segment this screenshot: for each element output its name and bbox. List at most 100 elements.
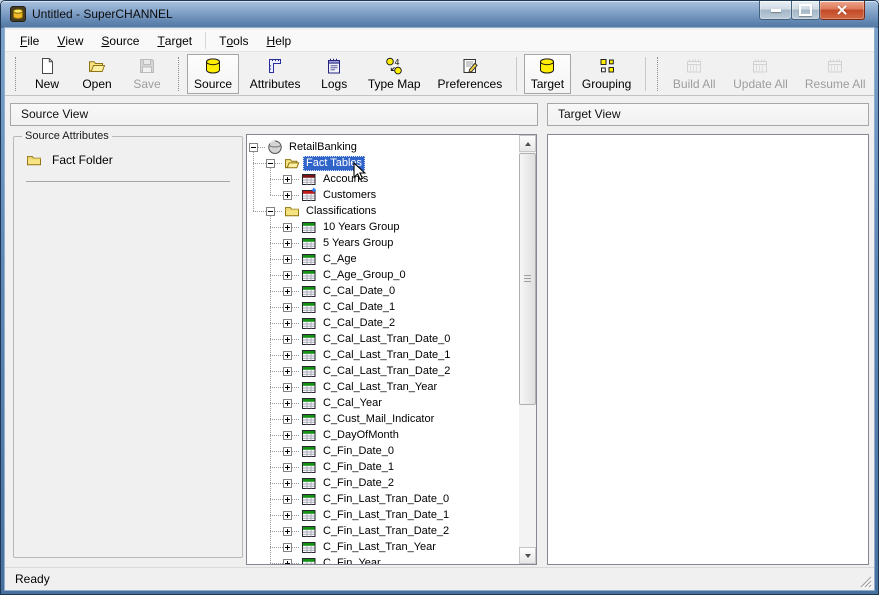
grouping-button[interactable]: Grouping bbox=[575, 54, 638, 94]
tree-item-c-cal-last-tran-year[interactable]: C_Cal_Last_Tran_Year bbox=[247, 379, 519, 395]
tree-item-c-fin-last-tran-date-1[interactable]: C_Fin_Last_Tran_Date_1 bbox=[247, 507, 519, 523]
source-tree-panel: RetailBankingFact TablesAccountsCustomer… bbox=[246, 134, 537, 565]
menu-source[interactable]: Source bbox=[92, 30, 148, 51]
tree-item-fact-tables[interactable]: Fact Tables bbox=[247, 155, 519, 171]
expand-icon[interactable] bbox=[283, 511, 292, 520]
scrollbar-thumb[interactable] bbox=[519, 153, 536, 405]
expand-icon[interactable] bbox=[283, 319, 292, 328]
toolbar-button-label: Preferences bbox=[438, 77, 503, 91]
tree-item-c-cust-mail-indicator[interactable]: C_Cust_Mail_Indicator bbox=[247, 411, 519, 427]
tree-dots bbox=[292, 467, 299, 468]
tree-item-c-dayofmonth[interactable]: C_DayOfMonth bbox=[247, 427, 519, 443]
titlebar[interactable]: Untitled - SuperCHANNEL bbox=[1, 1, 878, 28]
type-map-button[interactable]: 4Type Map bbox=[361, 54, 427, 94]
expand-icon[interactable] bbox=[283, 335, 292, 344]
expand-icon[interactable] bbox=[283, 399, 292, 408]
expand-icon[interactable] bbox=[283, 303, 292, 312]
collapse-icon[interactable] bbox=[266, 159, 275, 168]
logs-button[interactable]: Logs bbox=[311, 54, 357, 94]
expand-icon[interactable] bbox=[283, 415, 292, 424]
resize-grip[interactable] bbox=[859, 575, 872, 588]
tree-item-c-cal-date-1[interactable]: C_Cal_Date_1 bbox=[247, 299, 519, 315]
minimize-button[interactable] bbox=[759, 1, 791, 20]
tree-item-classifications[interactable]: Classifications bbox=[247, 203, 519, 219]
tree-item-5-years-group[interactable]: 5 Years Group bbox=[247, 235, 519, 251]
toolbar-button-label: Update All bbox=[733, 77, 788, 91]
toolbar-button-label: Open bbox=[82, 77, 111, 91]
expand-icon[interactable] bbox=[283, 383, 292, 392]
tree-item-c-cal-last-tran-date-1[interactable]: C_Cal_Last_Tran_Date_1 bbox=[247, 347, 519, 363]
menu-target[interactable]: Target bbox=[148, 30, 201, 51]
toolbar-gripper[interactable] bbox=[657, 57, 658, 91]
tree-item-c-fin-date-0[interactable]: C_Fin_Date_0 bbox=[247, 443, 519, 459]
menu-help[interactable]: Help bbox=[258, 30, 301, 51]
expand-icon[interactable] bbox=[283, 239, 292, 248]
expand-icon[interactable] bbox=[283, 287, 292, 296]
tree-scrollbar[interactable] bbox=[519, 135, 536, 564]
tree-item-10-years-group[interactable]: 10 Years Group bbox=[247, 219, 519, 235]
new-button[interactable]: New bbox=[24, 54, 70, 94]
expand-icon[interactable] bbox=[283, 463, 292, 472]
expand-icon[interactable] bbox=[283, 351, 292, 360]
expand-icon[interactable] bbox=[283, 431, 292, 440]
preferences-button[interactable]: Preferences bbox=[431, 54, 508, 94]
tree-item-c-fin-year[interactable]: C_Fin_Year bbox=[247, 555, 519, 564]
toolbar-gripper[interactable] bbox=[15, 57, 16, 91]
classification-table-icon bbox=[301, 523, 317, 539]
expand-icon[interactable] bbox=[283, 223, 292, 232]
tree-item-c-fin-date-1[interactable]: C_Fin_Date_1 bbox=[247, 459, 519, 475]
tree-item-customers[interactable]: Customers bbox=[247, 187, 519, 203]
target-view-panel[interactable] bbox=[547, 134, 869, 565]
open-button[interactable]: Open bbox=[74, 54, 120, 94]
tree-dots bbox=[292, 291, 299, 292]
toolbar-button-label: Logs bbox=[321, 77, 347, 91]
tree-guide-line bbox=[253, 152, 254, 211]
close-button[interactable] bbox=[820, 1, 865, 20]
tree-dots bbox=[292, 339, 299, 340]
tree-item-c-fin-last-tran-year[interactable]: C_Fin_Last_Tran_Year bbox=[247, 539, 519, 555]
menu-view[interactable]: View bbox=[48, 30, 92, 51]
arrow-down-icon bbox=[525, 554, 531, 558]
classification-table-icon bbox=[301, 331, 317, 347]
tree-item-c-fin-last-tran-date-2[interactable]: C_Fin_Last_Tran_Date_2 bbox=[247, 523, 519, 539]
scroll-up-button[interactable] bbox=[519, 135, 536, 152]
tree-item-retailbanking[interactable]: RetailBanking bbox=[247, 139, 519, 155]
attributes-button[interactable]: Attributes bbox=[243, 54, 307, 94]
toolbar-gripper[interactable] bbox=[178, 57, 179, 91]
scrollbar-grip-icon bbox=[524, 275, 531, 283]
expand-icon[interactable] bbox=[283, 543, 292, 552]
tree-item-c-cal-date-2[interactable]: C_Cal_Date_2 bbox=[247, 315, 519, 331]
maximize-button[interactable] bbox=[791, 1, 820, 20]
expand-icon[interactable] bbox=[283, 255, 292, 264]
expand-icon[interactable] bbox=[283, 271, 292, 280]
tree-dots bbox=[292, 307, 299, 308]
expand-icon[interactable] bbox=[283, 191, 292, 200]
expand-icon[interactable] bbox=[283, 495, 292, 504]
menu-tools[interactable]: Tools bbox=[210, 30, 257, 51]
tree-item-label: Classifications bbox=[303, 204, 379, 219]
expand-icon[interactable] bbox=[283, 479, 292, 488]
tree-item-accounts[interactable]: Accounts bbox=[247, 171, 519, 187]
source-button[interactable]: Source bbox=[187, 54, 239, 94]
fact-folder-item[interactable]: Fact Folder bbox=[20, 150, 236, 170]
tree-item-c-cal-last-tran-date-2[interactable]: C_Cal_Last_Tran_Date_2 bbox=[247, 363, 519, 379]
tree-item-c-fin-date-2[interactable]: C_Fin_Date_2 bbox=[247, 475, 519, 491]
expand-icon[interactable] bbox=[283, 175, 292, 184]
tree-item-c-cal-year[interactable]: C_Cal_Year bbox=[247, 395, 519, 411]
target-button[interactable]: Target bbox=[524, 54, 572, 94]
tree-item-c-fin-last-tran-date-0[interactable]: C_Fin_Last_Tran_Date_0 bbox=[247, 491, 519, 507]
menu-file[interactable]: File bbox=[11, 30, 48, 51]
tree-item-c-cal-date-0[interactable]: C_Cal_Date_0 bbox=[247, 283, 519, 299]
expand-icon[interactable] bbox=[283, 447, 292, 456]
superchannel-app-icon bbox=[10, 6, 26, 22]
expand-icon[interactable] bbox=[283, 527, 292, 536]
expand-icon[interactable] bbox=[283, 367, 292, 376]
build-all-button: Build All bbox=[666, 54, 723, 94]
scroll-down-button[interactable] bbox=[519, 547, 536, 564]
tree-item-c-age-group-0[interactable]: C_Age_Group_0 bbox=[247, 267, 519, 283]
collapse-icon[interactable] bbox=[266, 207, 275, 216]
collapse-icon[interactable] bbox=[249, 143, 258, 152]
tree-item-c-cal-last-tran-date-0[interactable]: C_Cal_Last_Tran_Date_0 bbox=[247, 331, 519, 347]
expand-icon[interactable] bbox=[283, 559, 292, 565]
tree-item-c-age[interactable]: C_Age bbox=[247, 251, 519, 267]
